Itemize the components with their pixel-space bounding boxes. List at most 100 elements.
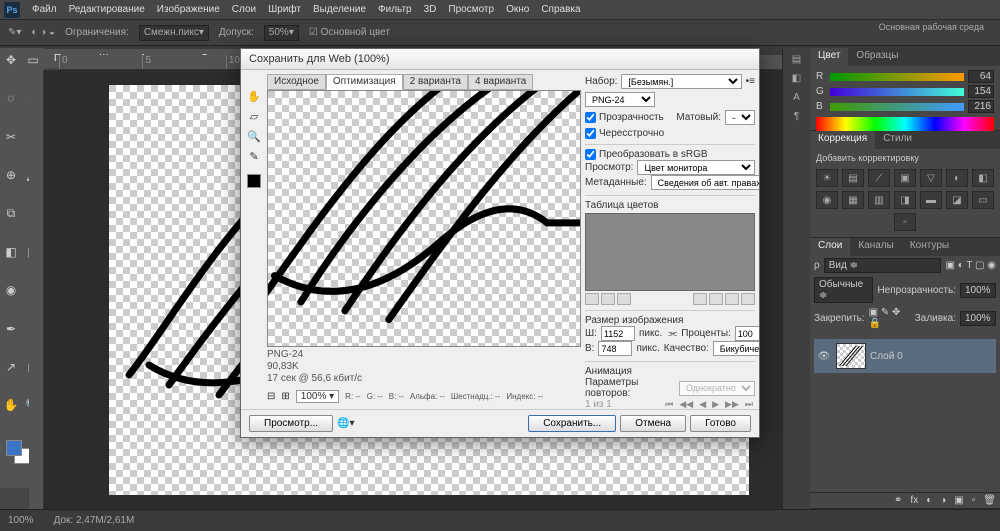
menu-3d[interactable]: 3D [418, 2, 443, 17]
slider-g[interactable] [830, 88, 964, 96]
new-layer-icon[interactable]: ▫ [972, 495, 976, 506]
tab-styles[interactable]: Стили [875, 131, 920, 149]
adj-photo-filter-icon[interactable]: ◉ [816, 191, 838, 209]
tab-paths[interactable]: Контуры [902, 238, 957, 256]
slider-b[interactable] [830, 103, 964, 111]
adj-threshold-icon[interactable]: ◪ [946, 191, 968, 209]
crop-tool[interactable]: ✂ [0, 127, 22, 147]
paragraph-icon[interactable]: ¶ [794, 111, 799, 122]
history-icon[interactable]: ▤ [792, 54, 801, 65]
srgb-checkbox[interactable] [585, 149, 596, 160]
tool-preset-icon[interactable]: ✎▾ [8, 27, 21, 38]
tolerance-input[interactable]: 50% ▾ [264, 25, 299, 41]
format-dropdown[interactable]: PNG-24 [585, 92, 655, 107]
blur-tool[interactable]: ◉ [0, 280, 22, 300]
ct-icon[interactable] [585, 293, 599, 305]
tab-color[interactable]: Цвет [810, 48, 848, 66]
mask-icon[interactable]: ◐ [926, 495, 932, 506]
menu-layers[interactable]: Слои [226, 2, 262, 17]
color-table[interactable] [585, 213, 755, 291]
adj-invert-icon[interactable]: ◨ [894, 191, 916, 209]
marquee-tool[interactable]: ▭ [22, 50, 44, 70]
slider-r[interactable] [830, 73, 964, 81]
preset-dropdown[interactable]: [Безымян.] [621, 74, 741, 89]
height-input[interactable] [598, 341, 632, 356]
menu-filter[interactable]: Фильтр [372, 2, 418, 17]
layer-row[interactable]: 👁 Слой 0 [814, 339, 996, 373]
trash-icon[interactable]: 🗑 [983, 495, 996, 506]
save-button[interactable]: Сохранить... [528, 415, 616, 432]
tab-2up[interactable]: 2 варианта [403, 74, 468, 90]
adj-curves-icon[interactable]: ⟋ [868, 169, 890, 187]
value-g[interactable]: 154 [968, 85, 994, 98]
tab-adjustments[interactable]: Коррекция [810, 131, 875, 149]
zoom-level[interactable]: 100% [8, 515, 34, 526]
value-b[interactable]: 216 [968, 100, 994, 113]
zoom-tool-icon[interactable]: 🔍 [246, 128, 262, 144]
adj-selective-icon[interactable]: ▫ [894, 213, 916, 231]
ct-icon[interactable] [693, 293, 707, 305]
adj-levels-icon[interactable]: ▤ [842, 169, 864, 187]
zoom-dropdown[interactable]: 100% ▾ [296, 390, 339, 403]
menu-image[interactable]: Изображение [151, 2, 226, 17]
transparency-checkbox[interactable] [585, 112, 596, 123]
ct-icon[interactable] [601, 293, 615, 305]
menu-select[interactable]: Выделение [307, 2, 372, 17]
ct-icon[interactable] [725, 293, 739, 305]
tab-layers[interactable]: Слои [810, 238, 850, 256]
eraser-tool[interactable]: ◧ [0, 242, 22, 262]
ct-icon[interactable] [617, 293, 631, 305]
properties-icon[interactable]: ◧ [792, 73, 801, 84]
done-button[interactable]: Готово [690, 415, 751, 432]
adj-brightness-icon[interactable]: ☀ [816, 169, 838, 187]
ct-icon[interactable] [709, 293, 723, 305]
link-icon[interactable]: ⚭ [894, 495, 902, 506]
adj-bw-icon[interactable]: ◧ [972, 169, 994, 187]
menu-window[interactable]: Окно [500, 2, 535, 17]
menu-type[interactable]: Шрифт [262, 2, 307, 17]
tab-4up[interactable]: 4 варианта [468, 74, 533, 90]
spectrum-bar[interactable] [816, 117, 994, 131]
menu-file[interactable]: Файл [26, 2, 63, 17]
slice-tool-icon[interactable]: ▱ [246, 108, 262, 124]
ct-icon[interactable] [741, 293, 755, 305]
preview-button[interactable]: Просмотр... [249, 415, 333, 432]
menu-view[interactable]: Просмотр [442, 2, 500, 17]
adj-vibrance-icon[interactable]: ▽ [920, 169, 942, 187]
zoom-out-icon[interactable]: ⊟ [267, 391, 275, 402]
move-tool[interactable]: ✥ [0, 50, 22, 70]
preview-profile-dropdown[interactable]: Цвет монитора [637, 160, 755, 175]
menu-edit[interactable]: Редактирование [63, 2, 151, 17]
preview-pane[interactable] [267, 90, 581, 347]
group-icon[interactable]: ▣ [954, 495, 963, 506]
layer-thumbnail[interactable] [836, 343, 866, 369]
cancel-button[interactable]: Отмена [620, 415, 686, 432]
workspace-switcher[interactable]: Основная рабочая среда [879, 22, 984, 32]
adj-exposure-icon[interactable]: ▣ [894, 169, 916, 187]
adj-mixer-icon[interactable]: ▦ [842, 191, 864, 209]
heal-tool[interactable]: ⊕ [0, 165, 22, 185]
interlace-checkbox[interactable] [585, 128, 596, 139]
fill-layer-icon[interactable]: ◑ [940, 495, 946, 506]
stamp-tool[interactable]: ⧉ [0, 203, 22, 223]
layer-name[interactable]: Слой 0 [870, 351, 903, 362]
blend-mode-dropdown[interactable]: Обычные ≑ [814, 277, 873, 303]
character-icon[interactable]: A [793, 92, 800, 103]
tab-optimized[interactable]: Оптимизация [326, 74, 403, 90]
tab-swatches[interactable]: Образцы [848, 48, 906, 66]
eyedropper-tool-icon[interactable]: ✎ [246, 148, 262, 164]
tab-original[interactable]: Исходное [267, 74, 326, 90]
percent-input[interactable] [735, 326, 759, 341]
visibility-icon[interactable]: 👁 [816, 351, 832, 362]
value-r[interactable]: 64 [968, 70, 994, 83]
metadata-dropdown[interactable]: Сведения об авт. правах и контакты [651, 175, 759, 190]
browser-icon[interactable]: 🌐▾ [337, 418, 354, 429]
adj-map-icon[interactable]: ▭ [972, 191, 994, 209]
menu-help[interactable]: Справка [535, 2, 586, 17]
tab-channels[interactable]: Каналы [850, 238, 902, 256]
hand-tool-icon[interactable]: ✋ [246, 88, 262, 104]
width-input[interactable] [601, 326, 635, 341]
zoom-in-icon[interactable]: ⊞ [281, 391, 289, 402]
adj-lookup-icon[interactable]: ▥ [868, 191, 890, 209]
layer-kind-dropdown[interactable]: Вид ≑ [824, 258, 942, 273]
